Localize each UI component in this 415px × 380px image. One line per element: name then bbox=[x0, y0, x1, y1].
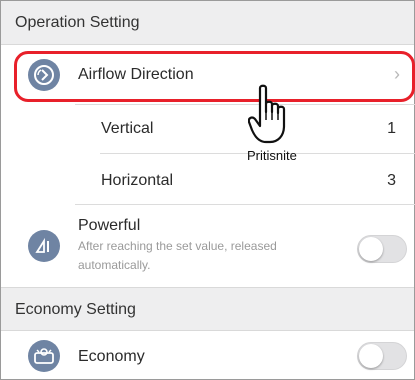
airflow-direction-label: Airflow Direction bbox=[78, 66, 194, 83]
toggle-knob bbox=[359, 344, 383, 368]
economy-toggle[interactable] bbox=[357, 342, 407, 370]
horizontal-row[interactable]: Horizontal 3 bbox=[1, 154, 414, 204]
horizontal-value: 3 bbox=[387, 172, 396, 189]
toggle-knob bbox=[359, 237, 383, 261]
powerful-icon bbox=[28, 230, 60, 262]
annotation-caption: Pritisnite bbox=[247, 148, 297, 163]
chevron-right-icon: › bbox=[394, 64, 400, 84]
powerful-label: Powerful bbox=[78, 217, 141, 234]
section-header-operation: Operation Setting bbox=[1, 1, 414, 45]
section-title-operation: Operation Setting bbox=[15, 14, 140, 31]
powerful-description: After reaching the set value, released a… bbox=[78, 239, 277, 272]
hand-pointer-icon bbox=[247, 84, 298, 146]
economy-icon bbox=[28, 340, 60, 372]
horizontal-label: Horizontal bbox=[101, 172, 174, 189]
vertical-label: Vertical bbox=[101, 120, 154, 137]
section-header-economy: Economy Setting bbox=[1, 287, 414, 331]
vertical-row[interactable]: Vertical 1 bbox=[1, 105, 414, 153]
powerful-toggle[interactable] bbox=[357, 235, 407, 263]
airflow-direction-icon bbox=[28, 59, 60, 91]
vertical-value: 1 bbox=[387, 120, 396, 137]
economy-row: Economy bbox=[1, 332, 414, 379]
powerful-row: Powerful After reaching the set value, r… bbox=[1, 205, 414, 286]
section-title-economy: Economy Setting bbox=[15, 301, 136, 318]
economy-label: Economy bbox=[78, 348, 145, 365]
airflow-direction-row[interactable]: Airflow Direction › bbox=[1, 46, 414, 104]
